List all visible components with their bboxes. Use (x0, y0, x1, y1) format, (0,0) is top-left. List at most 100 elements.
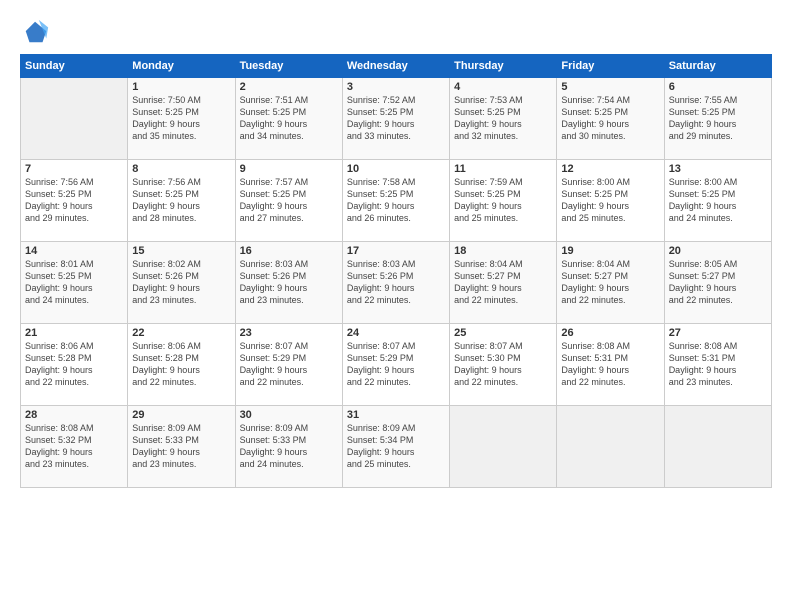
day-info: Sunrise: 7:54 AM Sunset: 5:25 PM Dayligh… (561, 94, 659, 143)
day-info: Sunrise: 7:50 AM Sunset: 5:25 PM Dayligh… (132, 94, 230, 143)
header-cell-monday: Monday (128, 55, 235, 78)
day-info: Sunrise: 8:09 AM Sunset: 5:34 PM Dayligh… (347, 422, 445, 471)
day-number: 6 (669, 81, 767, 93)
day-number: 13 (669, 163, 767, 175)
day-info: Sunrise: 8:06 AM Sunset: 5:28 PM Dayligh… (132, 340, 230, 389)
day-cell: 26Sunrise: 8:08 AM Sunset: 5:31 PM Dayli… (557, 324, 664, 406)
day-info: Sunrise: 8:05 AM Sunset: 5:27 PM Dayligh… (669, 258, 767, 307)
day-info: Sunrise: 8:02 AM Sunset: 5:26 PM Dayligh… (132, 258, 230, 307)
header-cell-tuesday: Tuesday (235, 55, 342, 78)
day-cell: 5Sunrise: 7:54 AM Sunset: 5:25 PM Daylig… (557, 78, 664, 160)
day-info: Sunrise: 8:04 AM Sunset: 5:27 PM Dayligh… (561, 258, 659, 307)
day-number: 22 (132, 327, 230, 339)
day-number: 9 (240, 163, 338, 175)
day-cell: 24Sunrise: 8:07 AM Sunset: 5:29 PM Dayli… (342, 324, 449, 406)
day-info: Sunrise: 7:58 AM Sunset: 5:25 PM Dayligh… (347, 176, 445, 225)
day-info: Sunrise: 8:01 AM Sunset: 5:25 PM Dayligh… (25, 258, 123, 307)
day-cell: 29Sunrise: 8:09 AM Sunset: 5:33 PM Dayli… (128, 406, 235, 488)
day-cell: 13Sunrise: 8:00 AM Sunset: 5:25 PM Dayli… (664, 160, 771, 242)
day-number: 18 (454, 245, 552, 257)
day-number: 29 (132, 409, 230, 421)
day-number: 11 (454, 163, 552, 175)
day-cell: 6Sunrise: 7:55 AM Sunset: 5:25 PM Daylig… (664, 78, 771, 160)
day-cell: 3Sunrise: 7:52 AM Sunset: 5:25 PM Daylig… (342, 78, 449, 160)
day-cell: 23Sunrise: 8:07 AM Sunset: 5:29 PM Dayli… (235, 324, 342, 406)
logo-icon (22, 18, 50, 46)
day-number: 7 (25, 163, 123, 175)
day-number: 24 (347, 327, 445, 339)
day-cell: 7Sunrise: 7:56 AM Sunset: 5:25 PM Daylig… (21, 160, 128, 242)
day-cell: 10Sunrise: 7:58 AM Sunset: 5:25 PM Dayli… (342, 160, 449, 242)
header-row: SundayMondayTuesdayWednesdayThursdayFrid… (21, 55, 772, 78)
day-number: 10 (347, 163, 445, 175)
calendar-table: SundayMondayTuesdayWednesdayThursdayFrid… (20, 54, 772, 488)
day-cell: 2Sunrise: 7:51 AM Sunset: 5:25 PM Daylig… (235, 78, 342, 160)
day-info: Sunrise: 7:56 AM Sunset: 5:25 PM Dayligh… (132, 176, 230, 225)
header-cell-friday: Friday (557, 55, 664, 78)
day-number: 5 (561, 81, 659, 93)
day-number: 12 (561, 163, 659, 175)
day-info: Sunrise: 8:09 AM Sunset: 5:33 PM Dayligh… (132, 422, 230, 471)
header-cell-sunday: Sunday (21, 55, 128, 78)
day-cell: 27Sunrise: 8:08 AM Sunset: 5:31 PM Dayli… (664, 324, 771, 406)
header-cell-wednesday: Wednesday (342, 55, 449, 78)
day-info: Sunrise: 7:52 AM Sunset: 5:25 PM Dayligh… (347, 94, 445, 143)
day-info: Sunrise: 8:06 AM Sunset: 5:28 PM Dayligh… (25, 340, 123, 389)
day-number: 8 (132, 163, 230, 175)
day-number: 2 (240, 81, 338, 93)
day-info: Sunrise: 8:03 AM Sunset: 5:26 PM Dayligh… (347, 258, 445, 307)
day-cell: 11Sunrise: 7:59 AM Sunset: 5:25 PM Dayli… (450, 160, 557, 242)
week-row-4: 21Sunrise: 8:06 AM Sunset: 5:28 PM Dayli… (21, 324, 772, 406)
day-info: Sunrise: 8:03 AM Sunset: 5:26 PM Dayligh… (240, 258, 338, 307)
day-cell: 16Sunrise: 8:03 AM Sunset: 5:26 PM Dayli… (235, 242, 342, 324)
day-cell: 1Sunrise: 7:50 AM Sunset: 5:25 PM Daylig… (128, 78, 235, 160)
day-cell: 15Sunrise: 8:02 AM Sunset: 5:26 PM Dayli… (128, 242, 235, 324)
day-info: Sunrise: 8:00 AM Sunset: 5:25 PM Dayligh… (561, 176, 659, 225)
day-info: Sunrise: 8:00 AM Sunset: 5:25 PM Dayligh… (669, 176, 767, 225)
day-number: 1 (132, 81, 230, 93)
day-number: 20 (669, 245, 767, 257)
day-info: Sunrise: 8:08 AM Sunset: 5:31 PM Dayligh… (669, 340, 767, 389)
header (20, 18, 772, 46)
day-info: Sunrise: 8:07 AM Sunset: 5:30 PM Dayligh… (454, 340, 552, 389)
day-info: Sunrise: 8:08 AM Sunset: 5:32 PM Dayligh… (25, 422, 123, 471)
day-cell: 25Sunrise: 8:07 AM Sunset: 5:30 PM Dayli… (450, 324, 557, 406)
day-cell (557, 406, 664, 488)
day-cell: 22Sunrise: 8:06 AM Sunset: 5:28 PM Dayli… (128, 324, 235, 406)
day-cell: 30Sunrise: 8:09 AM Sunset: 5:33 PM Dayli… (235, 406, 342, 488)
day-cell (21, 78, 128, 160)
day-number: 19 (561, 245, 659, 257)
day-number: 4 (454, 81, 552, 93)
day-cell: 18Sunrise: 8:04 AM Sunset: 5:27 PM Dayli… (450, 242, 557, 324)
day-cell (450, 406, 557, 488)
day-info: Sunrise: 7:56 AM Sunset: 5:25 PM Dayligh… (25, 176, 123, 225)
day-number: 23 (240, 327, 338, 339)
week-row-1: 1Sunrise: 7:50 AM Sunset: 5:25 PM Daylig… (21, 78, 772, 160)
day-number: 15 (132, 245, 230, 257)
day-cell: 20Sunrise: 8:05 AM Sunset: 5:27 PM Dayli… (664, 242, 771, 324)
day-info: Sunrise: 7:59 AM Sunset: 5:25 PM Dayligh… (454, 176, 552, 225)
logo (20, 18, 50, 46)
day-cell: 12Sunrise: 8:00 AM Sunset: 5:25 PM Dayli… (557, 160, 664, 242)
day-number: 3 (347, 81, 445, 93)
day-cell: 4Sunrise: 7:53 AM Sunset: 5:25 PM Daylig… (450, 78, 557, 160)
day-cell: 8Sunrise: 7:56 AM Sunset: 5:25 PM Daylig… (128, 160, 235, 242)
day-number: 26 (561, 327, 659, 339)
day-cell: 28Sunrise: 8:08 AM Sunset: 5:32 PM Dayli… (21, 406, 128, 488)
page: SundayMondayTuesdayWednesdayThursdayFrid… (0, 0, 792, 612)
day-number: 31 (347, 409, 445, 421)
day-info: Sunrise: 7:55 AM Sunset: 5:25 PM Dayligh… (669, 94, 767, 143)
week-row-5: 28Sunrise: 8:08 AM Sunset: 5:32 PM Dayli… (21, 406, 772, 488)
day-number: 27 (669, 327, 767, 339)
header-cell-thursday: Thursday (450, 55, 557, 78)
day-number: 16 (240, 245, 338, 257)
header-cell-saturday: Saturday (664, 55, 771, 78)
day-info: Sunrise: 7:57 AM Sunset: 5:25 PM Dayligh… (240, 176, 338, 225)
week-row-2: 7Sunrise: 7:56 AM Sunset: 5:25 PM Daylig… (21, 160, 772, 242)
day-number: 30 (240, 409, 338, 421)
day-cell: 31Sunrise: 8:09 AM Sunset: 5:34 PM Dayli… (342, 406, 449, 488)
day-cell: 9Sunrise: 7:57 AM Sunset: 5:25 PM Daylig… (235, 160, 342, 242)
day-cell (664, 406, 771, 488)
day-info: Sunrise: 7:53 AM Sunset: 5:25 PM Dayligh… (454, 94, 552, 143)
day-info: Sunrise: 8:07 AM Sunset: 5:29 PM Dayligh… (347, 340, 445, 389)
